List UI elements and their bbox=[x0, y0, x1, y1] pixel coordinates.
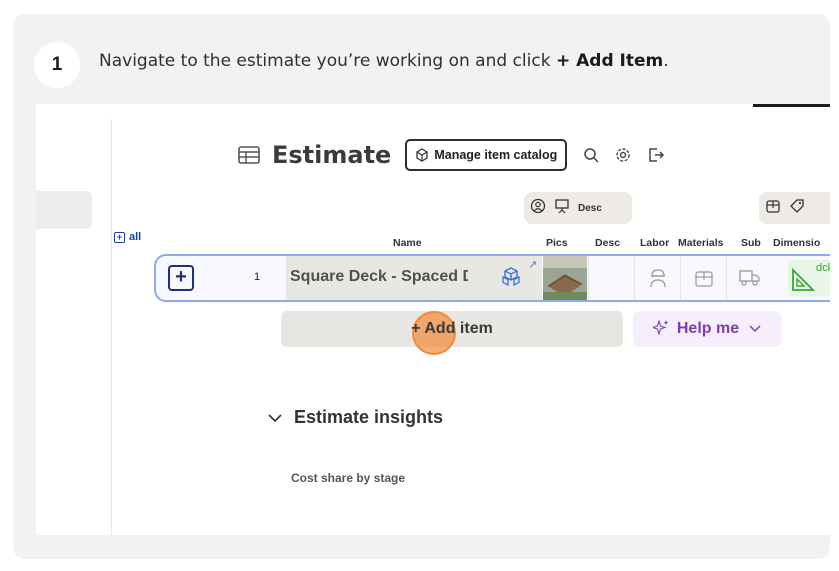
item-thumbnail[interactable] bbox=[543, 256, 587, 300]
chevron-down-icon bbox=[268, 407, 282, 428]
app-screenshot: Estimate Manage item catalog Desc + all … bbox=[36, 104, 830, 535]
catalog-icon bbox=[416, 148, 428, 162]
add-item-label: + Add item bbox=[411, 320, 493, 337]
sidebar bbox=[36, 119, 112, 535]
instruction-bold-text: + Add Item bbox=[555, 51, 664, 71]
search-icon[interactable] bbox=[583, 147, 599, 163]
instruction-end: . bbox=[663, 51, 669, 71]
step-instruction: Navigate to the estimate you’re working … bbox=[99, 51, 669, 71]
desc-toggle-label[interactable]: Desc bbox=[578, 203, 602, 214]
box-icon[interactable] bbox=[765, 198, 781, 219]
dimension-tag: dck bbox=[816, 262, 830, 274]
column-toggle-group-left: Desc bbox=[524, 192, 632, 224]
person-icon[interactable] bbox=[530, 198, 546, 219]
sparkle-icon bbox=[651, 318, 669, 340]
estimate-header: Estimate Manage item catalog bbox=[238, 138, 665, 172]
step-number-badge: 1 bbox=[34, 42, 80, 88]
materials-cell[interactable] bbox=[680, 256, 726, 300]
cost-share-label: Cost share by stage bbox=[291, 471, 406, 485]
table-icon bbox=[238, 146, 260, 164]
table-row[interactable]: + 1 Square Deck - Spaced Deck ↗ bbox=[154, 254, 830, 302]
expand-all-toggle[interactable]: + all bbox=[114, 231, 141, 243]
column-header-desc[interactable]: Desc bbox=[595, 237, 620, 249]
column-header-name[interactable]: Name bbox=[393, 237, 422, 249]
column-header-dimensions[interactable]: Dimensio bbox=[773, 237, 820, 249]
chevron-down-icon bbox=[749, 320, 761, 338]
3d-model-icon[interactable] bbox=[500, 266, 522, 293]
item-name-cell[interactable]: Square Deck - Spaced Deck ↗ bbox=[286, 256, 542, 300]
help-me-button[interactable]: Help me bbox=[633, 311, 781, 347]
box-icon bbox=[694, 271, 713, 287]
item-name: Square Deck - Spaced Deck bbox=[290, 268, 468, 285]
manage-item-catalog-button[interactable]: Manage item catalog bbox=[405, 139, 568, 171]
export-icon[interactable] bbox=[647, 147, 665, 163]
labor-cell[interactable] bbox=[634, 256, 680, 300]
page-title: Estimate bbox=[272, 141, 392, 169]
top-bar-fragment bbox=[753, 104, 830, 107]
dimension-cell[interactable]: dck bbox=[788, 260, 830, 296]
column-toggle-group-right bbox=[759, 192, 830, 224]
plus-icon: + bbox=[114, 231, 125, 243]
instruction-text: Navigate to the estimate you’re working … bbox=[99, 51, 556, 71]
sidebar-selected-item[interactable] bbox=[36, 191, 92, 229]
truck-icon bbox=[738, 270, 760, 286]
sub-cell[interactable] bbox=[726, 256, 772, 300]
estimate-insights-toggle[interactable]: Estimate insights bbox=[268, 407, 443, 428]
ruler-triangle-icon bbox=[792, 267, 816, 291]
row-number: 1 bbox=[254, 271, 261, 283]
worker-icon bbox=[649, 269, 666, 288]
column-header-sub[interactable]: Sub bbox=[741, 237, 761, 249]
tag-icon[interactable] bbox=[789, 198, 805, 219]
column-header-materials[interactable]: Materials bbox=[678, 237, 724, 249]
manage-item-catalog-label: Manage item catalog bbox=[434, 148, 558, 162]
gear-icon[interactable] bbox=[615, 147, 631, 163]
add-subitem-button[interactable]: + bbox=[168, 265, 194, 291]
desc-cell[interactable] bbox=[588, 256, 634, 300]
column-header-labor[interactable]: Labor bbox=[640, 237, 669, 249]
tutorial-step-card: 1 Navigate to the estimate you’re workin… bbox=[13, 14, 830, 559]
all-label: all bbox=[129, 231, 142, 243]
open-external-icon[interactable]: ↗ bbox=[528, 258, 537, 271]
column-header-pics[interactable]: Pics bbox=[546, 237, 568, 249]
help-me-label: Help me bbox=[676, 320, 740, 337]
presentation-icon[interactable] bbox=[554, 198, 570, 219]
estimate-insights-title: Estimate insights bbox=[294, 407, 444, 427]
